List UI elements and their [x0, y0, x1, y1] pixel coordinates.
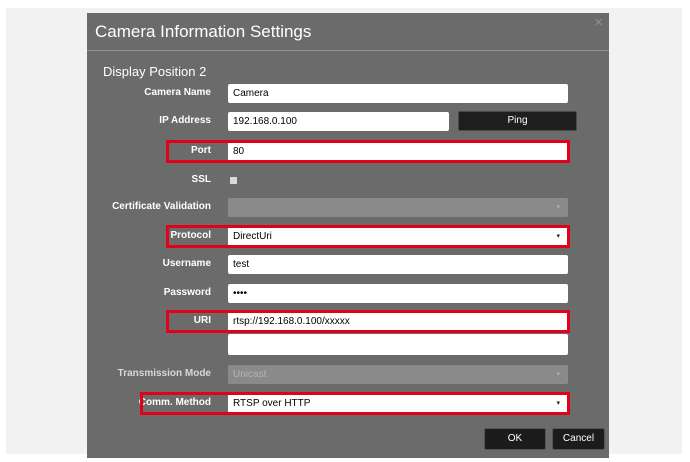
certificate-validation-select[interactable]: ▾: [228, 198, 568, 217]
username-input[interactable]: test: [228, 255, 568, 274]
transmission-mode-value: Unicast: [233, 369, 267, 380]
comm-method-highlight: [140, 392, 570, 415]
protocol-highlight: [166, 225, 570, 248]
password-input[interactable]: ••••: [228, 284, 568, 303]
chevron-down-icon: ▾: [556, 371, 560, 378]
close-icon[interactable]: ×: [594, 14, 603, 32]
chevron-down-icon: ▾: [556, 204, 560, 211]
ssl-checkbox[interactable]: [230, 177, 237, 184]
ping-button[interactable]: Ping: [458, 111, 577, 131]
camera-name-label: Camera Name: [144, 87, 211, 98]
ip-address-input[interactable]: 192.168.0.100: [228, 112, 449, 131]
certificate-validation-label: Certificate Validation: [112, 201, 211, 212]
ip-address-label: IP Address: [159, 115, 211, 126]
ssl-label: SSL: [191, 174, 211, 185]
ok-button[interactable]: OK: [484, 428, 546, 450]
camera-name-input[interactable]: Camera: [228, 84, 568, 103]
transmission-mode-select[interactable]: Unicast ▾: [228, 365, 568, 384]
camera-settings-dialog: Camera Information Settings × Display Po…: [87, 13, 609, 458]
port-highlight: [166, 140, 570, 163]
username-label: Username: [162, 258, 211, 269]
transmission-mode-label: Transmission Mode: [117, 368, 211, 379]
password-label: Password: [163, 287, 211, 298]
uri-highlight: [166, 310, 570, 333]
title-divider: [87, 50, 609, 51]
uri-extra-input[interactable]: [228, 334, 568, 355]
section-heading: Display Position 2: [103, 64, 207, 79]
cancel-button[interactable]: Cancel: [552, 428, 605, 450]
dialog-title: Camera Information Settings: [95, 22, 312, 41]
